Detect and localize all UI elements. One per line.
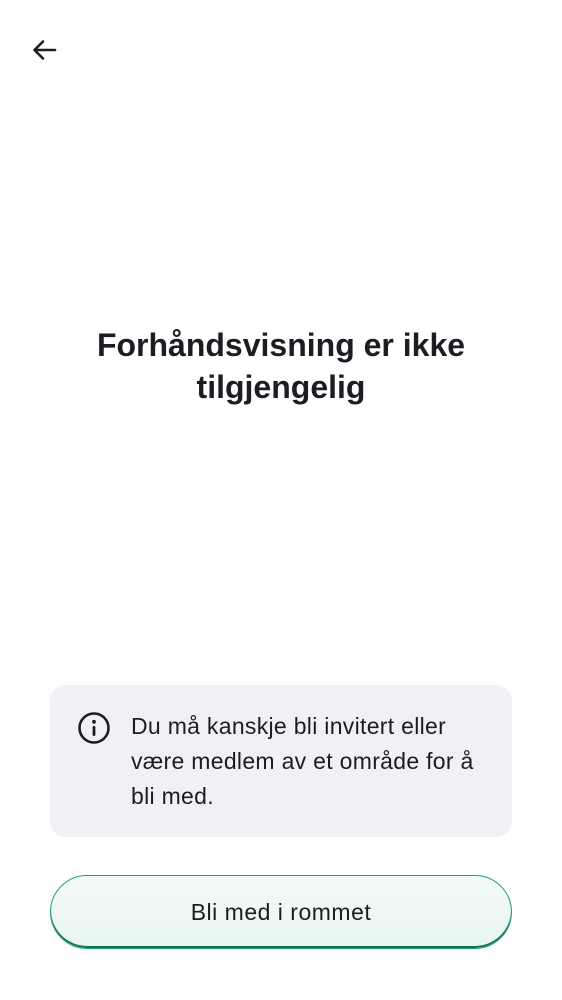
arrow-left-icon [33, 40, 57, 60]
info-message: Du må kanskje bli invitert eller være me… [131, 713, 474, 809]
back-button[interactable] [22, 28, 66, 72]
info-circle-icon [78, 712, 110, 744]
info-card: Du må kanskje bli invitert eller være me… [50, 685, 512, 837]
page-title: Forhåndsvisning er ikke tilgjengelig [96, 327, 466, 405]
join-room-button[interactable]: Bli med i rommet [50, 875, 512, 949]
